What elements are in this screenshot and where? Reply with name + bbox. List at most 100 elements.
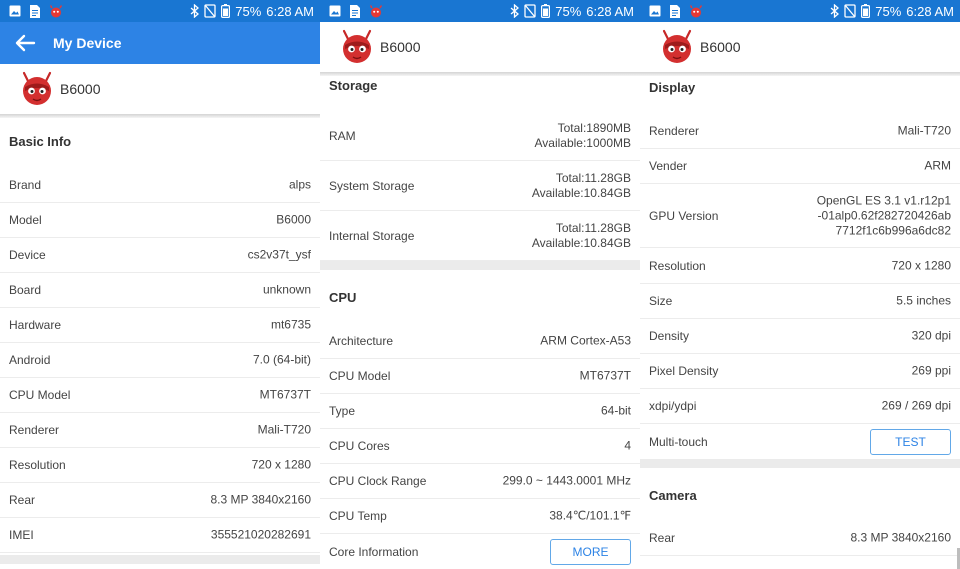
- row-label: GPU Version: [649, 208, 719, 223]
- header-shadow: [640, 72, 960, 76]
- info-row: Model B6000: [0, 203, 320, 238]
- info-row: Size 5.5 inches: [640, 284, 960, 319]
- info-row: Architecture ARM Cortex-A53: [320, 324, 640, 359]
- info-row: Renderer Mali-T720: [0, 413, 320, 448]
- row-value: Mali-T720: [897, 123, 951, 138]
- row-label: Multi-touch: [649, 434, 708, 449]
- row-label: CPU Model: [9, 388, 71, 402]
- info-row: RAM Total:1890MB Available:1000MB: [320, 111, 640, 161]
- info-row: Device cs2v37t_ysf: [0, 238, 320, 273]
- row-value: Mali-T720: [257, 422, 311, 437]
- info-row: IMEI 355521020282691: [0, 518, 320, 553]
- row-value: 355521020282691: [210, 527, 311, 542]
- row-value: cs2v37t_ysf: [247, 247, 311, 262]
- row-value: MT6737T: [259, 387, 311, 402]
- row-value: B6000: [276, 212, 311, 227]
- info-row: Vender ARM: [640, 149, 960, 184]
- gallery-notification-icon: [649, 5, 661, 17]
- bluetooth-icon: [830, 4, 840, 18]
- device-info-screen-display: 75% 6:28 AM B6000 Display Renderer Mali-T…: [640, 0, 960, 569]
- row-value-line: Total:11.28GB: [555, 220, 631, 235]
- row-value: 5.5 inches: [896, 293, 951, 308]
- row-label: CPU Model: [329, 369, 391, 383]
- row-value: mt6735: [270, 317, 311, 332]
- status-bar: 75% 6:28 AM: [0, 0, 320, 22]
- section-divider: [0, 555, 320, 564]
- status-bar: 75% 6:28 AM: [640, 0, 960, 22]
- row-value: 720 x 1280: [891, 258, 951, 273]
- device-header: B6000: [320, 22, 640, 72]
- row-label: CPU Cores: [329, 439, 390, 453]
- row-value: Total:11.28GB Available:10.84GB: [532, 171, 631, 201]
- info-row: Resolution 720 x 1280: [0, 448, 320, 483]
- row-value: 8.3 MP 3840x2160: [850, 530, 951, 545]
- antutu-logo-icon: [22, 71, 52, 105]
- info-row: CPU Clock Range 299.0 ~ 1443.0001 MHz: [320, 464, 640, 499]
- row-label: Hardware: [9, 318, 62, 332]
- battery-icon: [861, 4, 871, 18]
- row-value: 320 dpi: [911, 328, 951, 343]
- row-value-line: Available:10.84GB: [531, 185, 631, 200]
- battery-icon: [221, 4, 231, 18]
- antutu-notification-icon: [369, 4, 383, 17]
- test-button[interactable]: TEST: [870, 428, 951, 455]
- page-title: My Device: [53, 35, 122, 51]
- device-name: B6000: [380, 39, 421, 55]
- info-row: System Storage Total:11.28GB Available:10.…: [320, 161, 640, 211]
- row-value-line: Available:1000MB: [534, 135, 631, 150]
- gpu-version-line: -01alp0.62f282720426ab: [817, 208, 951, 222]
- bluetooth-icon: [190, 4, 200, 18]
- row-value: alps: [288, 177, 311, 192]
- gallery-notification-icon: [329, 5, 341, 17]
- row-value: 38.4℃/101.1℉: [549, 508, 631, 523]
- clock: 6:28 AM: [586, 3, 634, 19]
- no-signal-icon: [524, 4, 536, 18]
- gpu-version-line: 7712f1c6b996a6dc82: [835, 223, 951, 237]
- row-value: ARM: [924, 158, 951, 173]
- row-value: OpenGL ES 3.1 v1.r12p1 -01alp0.62f282720…: [817, 193, 951, 238]
- more-button[interactable]: MORE: [550, 538, 631, 565]
- header-shadow: [320, 72, 640, 76]
- row-label: xdpi/ydpi: [649, 399, 697, 413]
- row-label: CPU Clock Range: [329, 474, 427, 488]
- antutu-notification-icon: [689, 4, 703, 17]
- row-label: Internal Storage: [329, 228, 415, 243]
- info-row: CPU Cores 4: [320, 429, 640, 464]
- device-info-screen-storage-cpu: 75% 6:28 AM B6000 Storage RAM Total:1890M…: [320, 0, 640, 569]
- row-value: Total:11.28GB Available:10.84GB: [532, 221, 631, 251]
- info-row: Brand alps: [0, 168, 320, 203]
- app-toolbar: My Device: [0, 22, 320, 64]
- info-row: Hardware mt6735: [0, 308, 320, 343]
- row-value: 7.0 (64-bit): [252, 352, 311, 367]
- row-value: Total:1890MB Available:1000MB: [534, 121, 631, 151]
- document-notification-icon: [30, 4, 40, 18]
- battery-icon: [541, 4, 551, 18]
- row-label: IMEI: [9, 528, 34, 542]
- info-row: Pixel Density 269 ppi: [640, 354, 960, 389]
- row-label: Rear: [649, 531, 676, 545]
- battery-percent: 75%: [875, 3, 902, 19]
- row-value: unknown: [262, 282, 311, 297]
- antutu-notification-icon: [49, 4, 63, 17]
- section-title-camera: Camera: [649, 488, 697, 503]
- row-value: 64-bit: [600, 403, 631, 418]
- row-value: 269 / 269 dpi: [881, 398, 951, 413]
- section-title-basic-info: Basic Info: [9, 134, 72, 149]
- row-value-line: Total:11.28GB: [555, 170, 631, 185]
- row-value: 8.3 MP 3840x2160: [210, 492, 311, 507]
- row-label: Brand: [9, 178, 42, 192]
- info-row: Internal Storage Total:11.28GB Available:1…: [320, 211, 640, 261]
- info-row: CPU Model MT6737T: [320, 359, 640, 394]
- device-name: B6000: [60, 81, 101, 97]
- back-arrow-icon[interactable]: [14, 33, 36, 53]
- no-signal-icon: [844, 4, 856, 18]
- no-signal-icon: [204, 4, 216, 18]
- info-row: Board unknown: [0, 273, 320, 308]
- section-title-display: Display: [649, 80, 696, 95]
- antutu-logo-icon: [662, 29, 692, 63]
- row-label: Pixel Density: [649, 364, 719, 378]
- row-label: Vender: [649, 159, 688, 173]
- row-label: Renderer: [649, 124, 700, 138]
- battery-percent: 75%: [555, 3, 582, 19]
- antutu-logo-icon: [342, 29, 372, 63]
